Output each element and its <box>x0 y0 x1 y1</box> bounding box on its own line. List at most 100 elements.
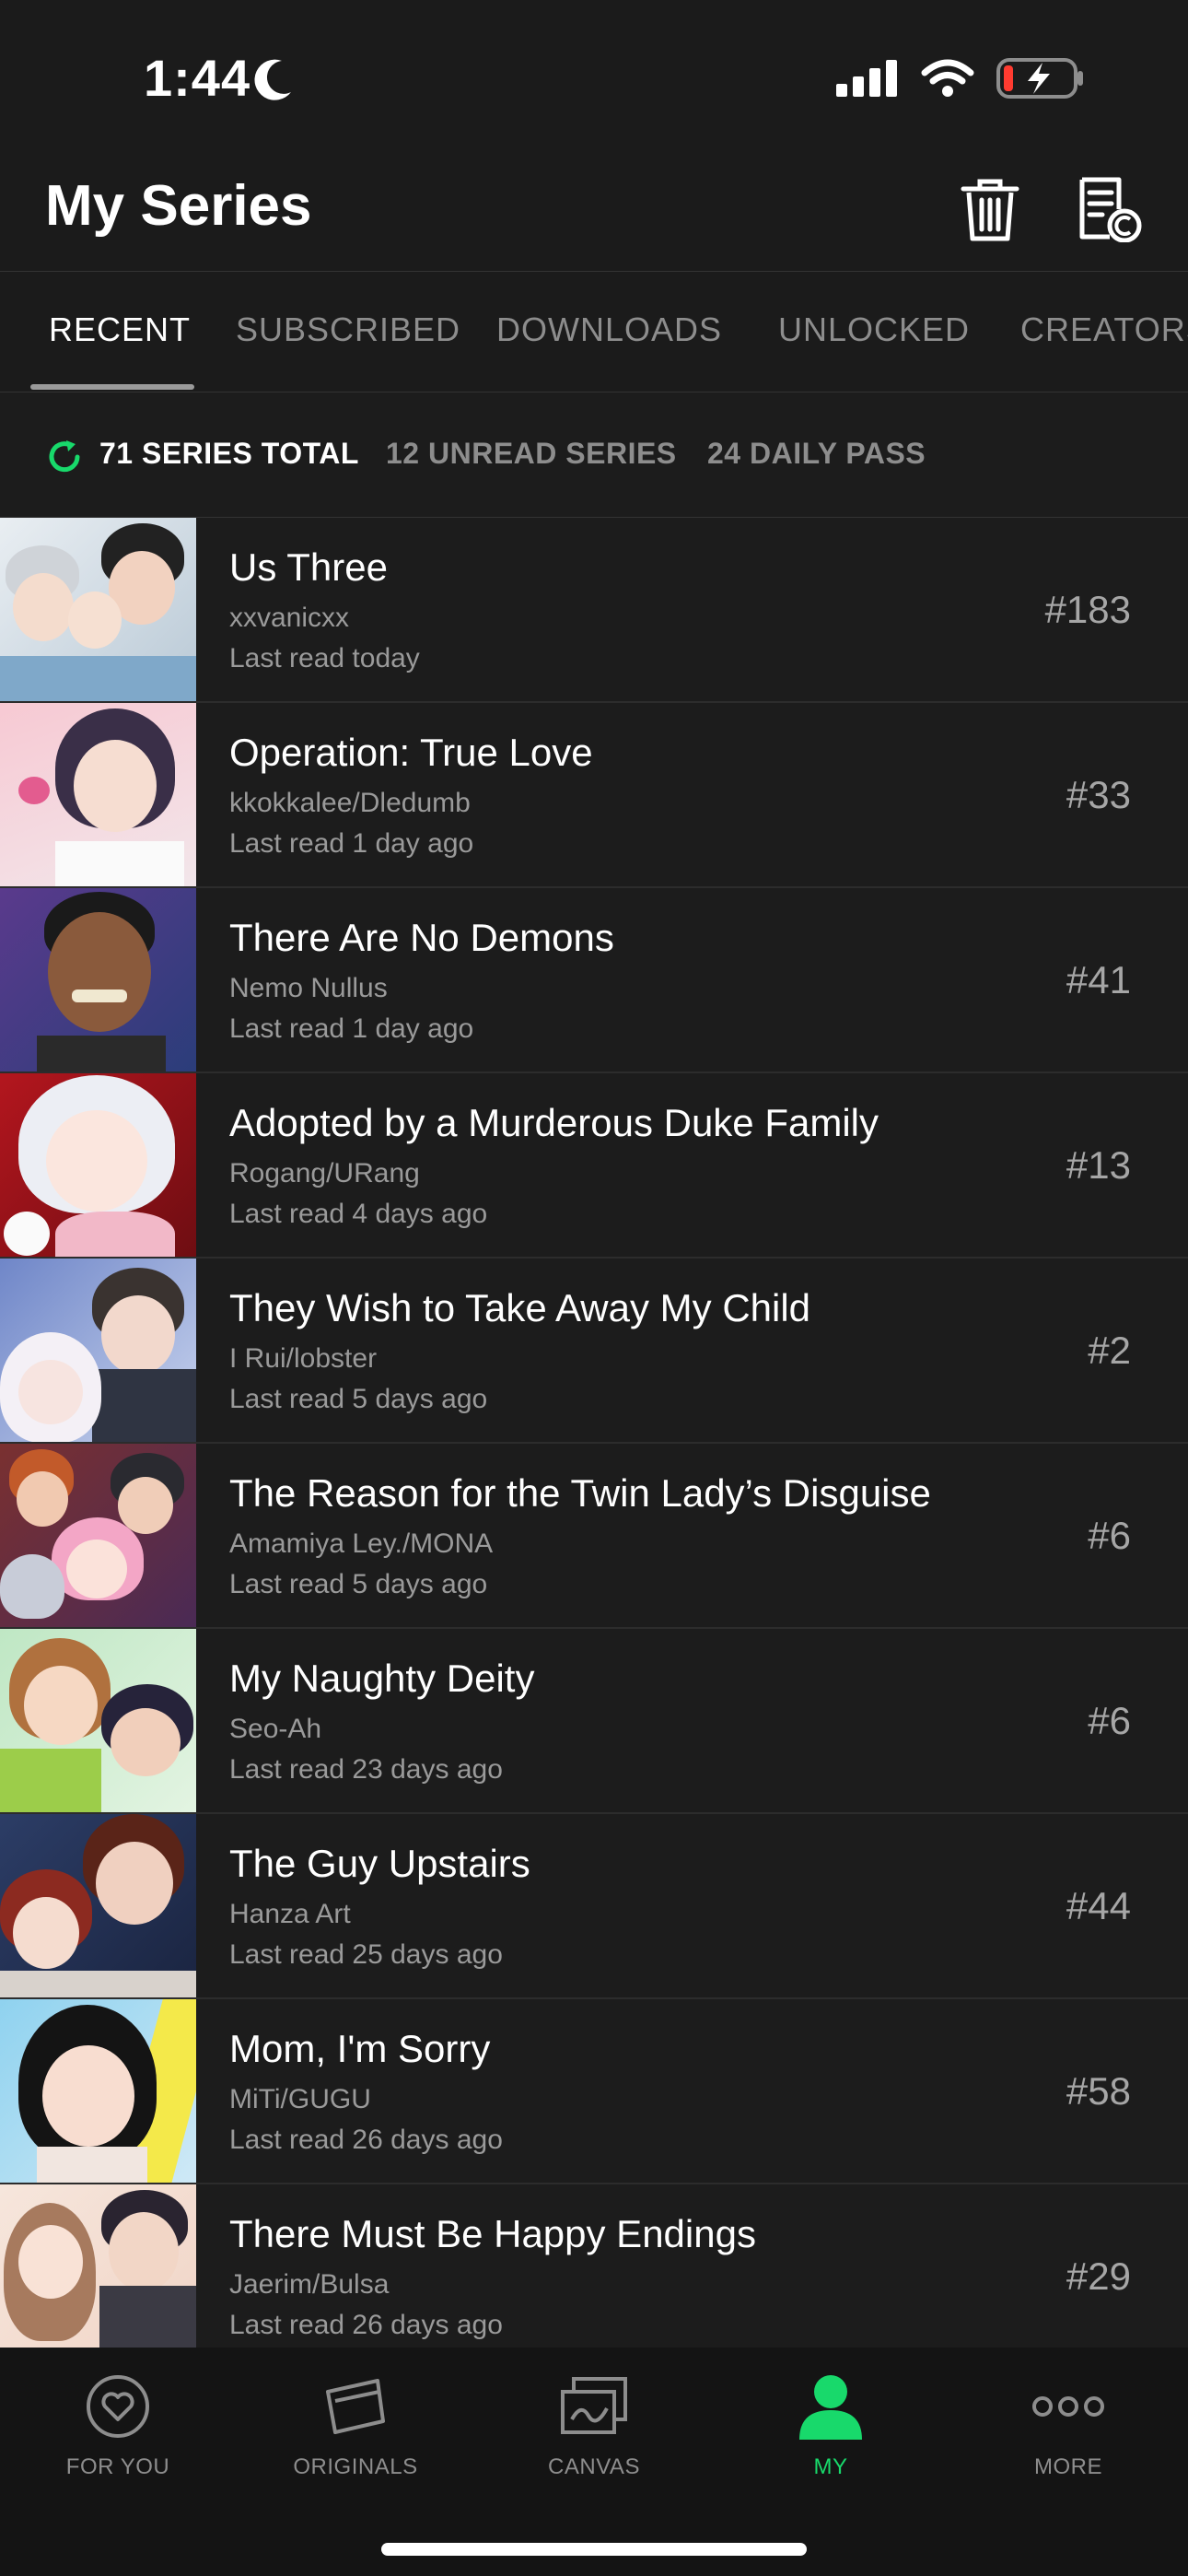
nav-label: CANVAS <box>548 2454 640 2479</box>
series-last-read: Last read 1 day ago <box>229 828 474 859</box>
series-episode: #44 <box>1066 1884 1131 1927</box>
filter-daily-pass[interactable]: 24 DAILY PASS <box>707 437 926 471</box>
series-last-read: Last read 26 days ago <box>229 2310 503 2340</box>
series-last-read: Last read 26 days ago <box>229 2125 503 2155</box>
series-title: Mom, I'm Sorry <box>229 2027 491 2070</box>
series-author: kkokkalee/Dledumb <box>229 788 471 818</box>
history-button[interactable] <box>1068 170 1151 252</box>
page-title: My Series <box>45 174 312 238</box>
series-last-read: Last read 5 days ago <box>229 1569 488 1599</box>
series-thumbnail <box>0 1073 196 1257</box>
nav-for-you[interactable]: FOR YOU <box>7 2370 228 2517</box>
tab-creators[interactable]: CREATORS <box>1020 310 1188 349</box>
series-last-read: Last read 1 day ago <box>229 1013 474 1044</box>
series-title: My Naughty Deity <box>229 1657 535 1700</box>
series-author: xxvanicxx <box>229 603 350 633</box>
series-title: There Are No Demons <box>229 916 614 959</box>
series-episode: #58 <box>1066 2069 1131 2113</box>
series-last-read: Last read today <box>229 643 420 673</box>
heart-circle-icon <box>72 2370 164 2443</box>
series-author: Seo-Ah <box>229 1714 322 1744</box>
series-title: Adopted by a Murderous Duke Family <box>229 1101 879 1144</box>
tab-subscribed[interactable]: SUBSCRIBED <box>236 310 460 349</box>
nav-my[interactable]: MY <box>720 2370 941 2517</box>
trash-icon <box>960 176 1020 247</box>
battery-charging-icon <box>996 57 1085 104</box>
series-title: The Guy Upstairs <box>229 1842 530 1885</box>
series-last-read: Last read 5 days ago <box>229 1384 488 1414</box>
series-row[interactable]: They Wish to Take Away My Child I Rui/lo… <box>0 1259 1188 1444</box>
series-episode: #6 <box>1088 1514 1131 1557</box>
active-tab-indicator <box>30 384 194 390</box>
series-author: Rogang/URang <box>229 1158 420 1188</box>
series-list: Us Three xxvanicxx Last read today #183 … <box>0 518 1188 2348</box>
series-row[interactable]: The Guy Upstairs Hanza Art Last read 25 … <box>0 1814 1188 1999</box>
series-row[interactable]: Us Three xxvanicxx Last read today #183 <box>0 518 1188 703</box>
status-time: 1:44 <box>144 49 251 107</box>
series-thumbnail <box>0 888 196 1071</box>
series-episode: #2 <box>1088 1329 1131 1372</box>
series-row[interactable]: Operation: True Love kkokkalee/Dledumb L… <box>0 703 1188 888</box>
tab-recent[interactable]: RECENT <box>49 310 191 349</box>
more-dots-icon <box>1022 2370 1114 2443</box>
wifi-icon <box>921 58 974 103</box>
series-episode: #41 <box>1066 958 1131 1001</box>
series-episode: #29 <box>1066 2254 1131 2298</box>
filter-series-total[interactable]: 71 SERIES TOTAL <box>99 437 359 471</box>
refresh-icon[interactable] <box>46 439 83 480</box>
series-row[interactable]: My Naughty Deity Seo-Ah Last read 23 day… <box>0 1629 1188 1814</box>
series-title: The Reason for the Twin Lady’s Disguise <box>229 1471 931 1515</box>
page-header: My Series <box>0 157 1188 271</box>
nav-label: FOR YOU <box>65 2454 170 2479</box>
home-indicator[interactable] <box>381 2543 807 2556</box>
series-row[interactable]: Mom, I'm Sorry MiTi/GUGU Last read 26 da… <box>0 1999 1188 2184</box>
series-episode: #33 <box>1066 773 1131 816</box>
nav-originals[interactable]: ORIGINALS <box>245 2370 466 2517</box>
series-last-read: Last read 25 days ago <box>229 1939 503 1970</box>
series-title: Us Three <box>229 545 388 589</box>
series-title: There Must Be Happy Endings <box>229 2212 756 2255</box>
person-icon <box>785 2370 877 2443</box>
series-thumbnail <box>0 1629 196 1812</box>
series-thumbnail <box>0 1444 196 1627</box>
series-row[interactable]: There Must Be Happy Endings Jaerim/Bulsa… <box>0 2184 1188 2348</box>
series-author: MiTi/GUGU <box>229 2084 371 2114</box>
series-author: Nemo Nullus <box>229 973 388 1003</box>
moon-icon <box>254 57 295 106</box>
series-thumbnail <box>0 1814 196 1997</box>
filter-bar: 71 SERIES TOTAL 12 UNREAD SERIES 24 DAIL… <box>0 392 1188 518</box>
canvas-icon <box>548 2370 640 2443</box>
series-episode: #183 <box>1044 588 1131 631</box>
series-author: Jaerim/Bulsa <box>229 2269 390 2300</box>
series-row[interactable]: The Reason for the Twin Lady’s Disguise … <box>0 1444 1188 1629</box>
nav-label: ORIGINALS <box>293 2454 418 2479</box>
series-author: Hanza Art <box>229 1899 351 1929</box>
nav-label: MY <box>813 2454 848 2479</box>
nav-label: MORE <box>1034 2454 1102 2479</box>
series-last-read: Last read 23 days ago <box>229 1754 503 1785</box>
series-episode: #13 <box>1066 1143 1131 1187</box>
series-author: I Rui/lobster <box>229 1343 378 1374</box>
series-title: They Wish to Take Away My Child <box>229 1286 811 1329</box>
series-thumbnail <box>0 2184 196 2348</box>
series-row[interactable]: There Are No Demons Nemo Nullus Last rea… <box>0 888 1188 1073</box>
history-document-icon <box>1077 176 1143 247</box>
tab-bar: RECENT SUBSCRIBED DOWNLOADS UNLOCKED CRE… <box>0 271 1188 392</box>
series-last-read: Last read 4 days ago <box>229 1199 488 1229</box>
series-thumbnail <box>0 1259 196 1442</box>
series-author: Amamiya Ley./MONA <box>229 1528 494 1559</box>
series-row[interactable]: Adopted by a Murderous Duke Family Rogan… <box>0 1073 1188 1259</box>
signal-icon <box>836 60 899 101</box>
bottom-nav: FOR YOU ORIGINALS CANVAS MY MORE <box>0 2348 1188 2576</box>
series-thumbnail <box>0 518 196 701</box>
nav-canvas[interactable]: CANVAS <box>483 2370 705 2517</box>
originals-icon <box>309 2370 402 2443</box>
series-thumbnail <box>0 1999 196 2183</box>
status-bar: 1:44 <box>0 0 1188 157</box>
tab-downloads[interactable]: DOWNLOADS <box>496 310 722 349</box>
series-title: Operation: True Love <box>229 731 593 774</box>
delete-button[interactable] <box>949 170 1031 252</box>
nav-more[interactable]: MORE <box>958 2370 1179 2517</box>
tab-unlocked[interactable]: UNLOCKED <box>778 310 970 349</box>
filter-unread-series[interactable]: 12 UNREAD SERIES <box>386 437 677 471</box>
